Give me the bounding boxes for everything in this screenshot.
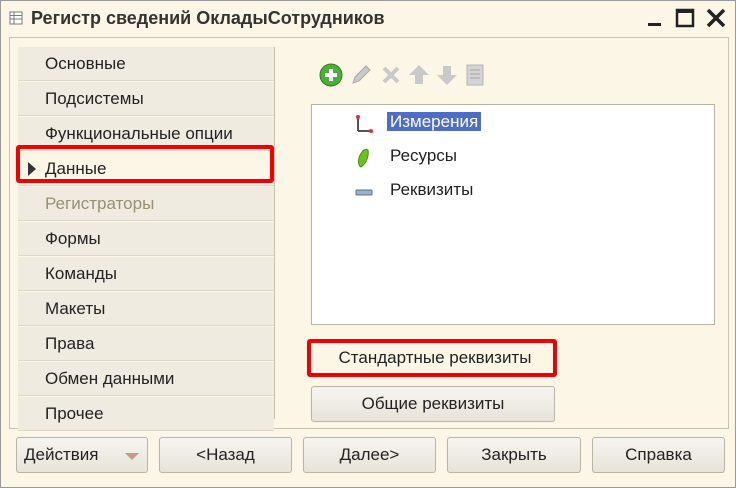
sidebar-item-forms[interactable]: Формы — [18, 222, 274, 256]
sidebar-item-templates[interactable]: Макеты — [18, 292, 274, 326]
sidebar-item-label: Основные — [45, 54, 126, 73]
sidebar-divider — [274, 47, 275, 419]
main-panel: Основные Подсистемы Функциональные опции… — [9, 37, 729, 432]
move-down-icon[interactable] — [434, 62, 460, 88]
chevron-down-icon — [125, 453, 139, 460]
metadata-tree: Измерения Ресурсы Реквизиты — [311, 104, 715, 325]
actions-dropdown[interactable]: Действия — [16, 437, 148, 473]
tree-item-attributes[interactable]: Реквизиты — [355, 177, 476, 203]
sidebar-item-data[interactable]: Данные — [18, 152, 274, 186]
sidebar-item-rights[interactable]: Права — [18, 327, 274, 361]
tree-item-label: Ресурсы — [390, 146, 458, 165]
back-button[interactable]: <Назад — [159, 437, 292, 473]
sidebar-item-other[interactable]: Прочее — [18, 397, 274, 431]
sidebar-item-registrars: Регистраторы — [18, 187, 274, 221]
add-icon[interactable] — [318, 62, 344, 88]
minimize-icon[interactable] — [644, 7, 666, 29]
delete-icon[interactable] — [378, 62, 404, 88]
dialog-window: Регистр сведений ОкладыСотрудников Основ… — [0, 0, 736, 488]
current-arrow-icon — [28, 162, 36, 176]
list-icon[interactable] — [462, 62, 488, 88]
tree-item-dimensions[interactable]: Измерения — [356, 109, 482, 135]
help-button[interactable]: Справка — [592, 437, 725, 473]
sidebar: Основные Подсистемы Функциональные опции… — [18, 47, 274, 432]
sidebar-item-label: Формы — [45, 229, 101, 248]
sidebar-item-commands[interactable]: Команды — [18, 257, 274, 291]
sidebar-item-label: Данные — [45, 159, 107, 178]
next-button[interactable]: Далее> — [303, 437, 436, 473]
edit-icon[interactable] — [348, 62, 374, 88]
sidebar-item-label: Функциональные опции — [45, 124, 233, 143]
standard-attributes-button[interactable]: Стандартные реквизиты — [313, 341, 557, 375]
tree-item-label: Измерения — [387, 112, 482, 131]
tree-item-label: Реквизиты — [390, 180, 474, 199]
close-button[interactable]: Закрыть — [447, 437, 581, 473]
tree-item-resources[interactable]: Ресурсы — [358, 143, 460, 169]
sidebar-item-label: Подсистемы — [45, 89, 144, 108]
dimensions-icon — [356, 115, 373, 133]
maximize-icon[interactable] — [674, 7, 696, 29]
sidebar-item-label: Прочее — [45, 404, 104, 423]
sidebar-item-label: Макеты — [45, 299, 106, 318]
title-bar: Регистр сведений ОкладыСотрудников — [1, 1, 735, 37]
sidebar-item-main[interactable]: Основные — [18, 47, 274, 81]
sidebar-item-label: Регистраторы — [45, 194, 155, 213]
close-icon[interactable] — [705, 7, 727, 29]
sidebar-item-label: Команды — [45, 264, 118, 283]
sidebar-item-functional-options[interactable]: Функциональные опции — [18, 117, 274, 151]
attributes-icon — [355, 189, 373, 196]
move-up-icon[interactable] — [406, 62, 432, 88]
bottom-bar: Действия <Назад Далее> Закрыть Справка — [1, 437, 735, 477]
sidebar-item-label: Обмен данными — [45, 369, 175, 388]
resources-icon — [358, 148, 369, 168]
sidebar-item-data-exchange[interactable]: Обмен данными — [18, 362, 274, 396]
sidebar-item-subsystems[interactable]: Подсистемы — [18, 82, 274, 116]
register-icon — [9, 11, 23, 25]
common-attributes-button[interactable]: Общие реквизиты — [311, 386, 555, 422]
actions-label: Действия — [24, 445, 99, 464]
window-title: Регистр сведений ОкладыСотрудников — [31, 8, 385, 28]
sidebar-item-label: Права — [45, 334, 95, 353]
